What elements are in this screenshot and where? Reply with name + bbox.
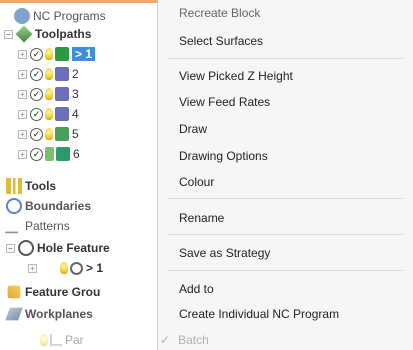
lightbulb-icon[interactable] (45, 108, 53, 120)
expand-icon[interactable]: + (18, 69, 27, 79)
toolpath-icon (55, 67, 69, 81)
expand-icon[interactable]: + (18, 149, 27, 159)
batch-check-icon: ✓ (160, 333, 171, 347)
tree-item-label: Par (65, 333, 84, 347)
lightbulb-icon[interactable] (45, 88, 53, 100)
collapse-icon[interactable]: – (6, 243, 15, 253)
menu-item-view-picked-z-height[interactable]: View Picked Z Height (179, 69, 293, 83)
toolpath-icon (56, 147, 70, 161)
hole-feature-icon (18, 240, 34, 256)
hole-icon (70, 261, 83, 275)
tree-item-workplanes[interactable]: Workplanes (5, 304, 93, 324)
toolpaths-icon (15, 25, 33, 43)
menu-item-save-as-strategy[interactable]: Save as Strategy (179, 246, 270, 260)
tree-item-label: Boundaries (25, 199, 92, 213)
tree-item-hole-features[interactable]: – Hole Feature (6, 238, 110, 258)
check-icon[interactable]: ✓ (30, 47, 43, 61)
toolpath-label[interactable]: 4 (72, 107, 79, 121)
workplane-icon (50, 334, 62, 346)
menu-item-rename[interactable]: Rename (179, 211, 224, 225)
tree-item-toolpaths[interactable]: – Toolpaths (4, 24, 91, 44)
tree-item-label: Workplanes (25, 307, 93, 321)
boundaries-icon (6, 198, 22, 214)
tools-icon (6, 178, 22, 194)
tree-item-nc-programs[interactable]: NC Programs (14, 6, 106, 26)
check-icon[interactable]: ✓ (30, 127, 43, 141)
tree-item-tools[interactable]: Tools (6, 176, 56, 196)
tree-item-patterns[interactable]: Patterns (4, 216, 70, 236)
tree-item-label: Hole Feature (37, 241, 110, 255)
menu-item-add-to[interactable]: Add to (179, 282, 214, 296)
tree-item-label: Feature Grou (25, 285, 101, 299)
menu-item-recreate-block[interactable]: Recreate Block (179, 6, 260, 20)
workplanes-icon (5, 307, 23, 321)
menu-item-select-surfaces[interactable]: Select Surfaces (179, 34, 263, 48)
toolpath-label[interactable]: 6 (73, 147, 80, 161)
check-icon[interactable]: ✓ (30, 147, 43, 161)
menu-item-drawing-options[interactable]: Drawing Options (179, 149, 268, 163)
menu-item-batch[interactable]: ✓ Batch (160, 333, 209, 347)
toolpath-row[interactable]: + ✓ 2 (18, 64, 79, 84)
tree-item-feature-groups[interactable]: Feature Grou (6, 282, 100, 302)
menu-item-colour[interactable]: Colour (179, 175, 214, 189)
explorer-tree: NC Programs – Toolpaths + ✓ > 1 + ✓ 2 + … (0, 0, 150, 350)
check-icon[interactable]: ✓ (30, 107, 43, 121)
menu-separator (168, 58, 403, 59)
patterns-icon (4, 218, 24, 234)
toolpath-row[interactable]: + ✓ > 1 (18, 44, 96, 64)
expand-icon[interactable]: + (18, 49, 27, 59)
expand-icon[interactable]: + (18, 129, 27, 139)
toolpath-status-icon (45, 147, 54, 161)
menu-item-batch-label: Batch (178, 333, 209, 347)
collapse-icon[interactable]: – (4, 29, 13, 39)
nc-programs-icon (14, 8, 30, 24)
lightbulb-icon[interactable] (40, 334, 48, 346)
check-icon[interactable]: ✓ (30, 67, 43, 81)
menu-separator (168, 198, 403, 199)
check-icon[interactable]: ✓ (30, 87, 43, 101)
toolpath-icon (55, 47, 69, 61)
tree-item-boundaries[interactable]: Boundaries (6, 196, 91, 216)
feature-groups-icon (7, 285, 21, 299)
tree-item-par[interactable]: Par (40, 330, 84, 350)
toolpath-row[interactable]: + ✓ 3 (18, 84, 79, 104)
expand-icon[interactable]: + (28, 263, 37, 273)
lightbulb-icon[interactable] (60, 262, 68, 274)
menu-item-create-individual-nc-program[interactable]: Create Individual NC Program (179, 307, 339, 321)
lightbulb-icon[interactable] (45, 128, 53, 140)
toolpath-label[interactable]: 2 (72, 67, 79, 81)
toolpath-row[interactable]: + ✓ 6 (18, 144, 80, 164)
lightbulb-icon[interactable] (45, 48, 53, 60)
expand-icon[interactable]: + (18, 109, 27, 119)
hole-feature-child[interactable]: + > 1 (28, 258, 103, 278)
toolpath-label[interactable]: 3 (72, 87, 79, 101)
toolpath-icon (55, 127, 69, 141)
menu-item-draw[interactable]: Draw (179, 122, 207, 136)
toolpath-row[interactable]: + ✓ 4 (18, 104, 79, 124)
menu-separator (168, 270, 403, 271)
expand-icon[interactable]: + (18, 89, 27, 99)
lightbulb-icon[interactable] (45, 68, 53, 80)
tree-item-label: Toolpaths (35, 27, 92, 41)
toolpath-label[interactable]: 5 (72, 127, 79, 141)
tree-item-label: NC Programs (33, 9, 106, 23)
toolpath-icon (55, 87, 69, 101)
hole-feature-child-label[interactable]: > 1 (86, 261, 103, 275)
toolpath-icon (55, 107, 69, 121)
toolpath-row[interactable]: + ✓ 5 (18, 124, 79, 144)
menu-item-view-feed-rates[interactable]: View Feed Rates (179, 95, 270, 109)
tree-item-label: Patterns (25, 219, 70, 233)
menu-separator (168, 234, 403, 235)
toolpath-label[interactable]: > 1 (72, 47, 96, 61)
tree-item-label: Tools (25, 179, 57, 193)
context-menu: Recreate Block Select Surfaces View Pick… (157, 0, 413, 350)
